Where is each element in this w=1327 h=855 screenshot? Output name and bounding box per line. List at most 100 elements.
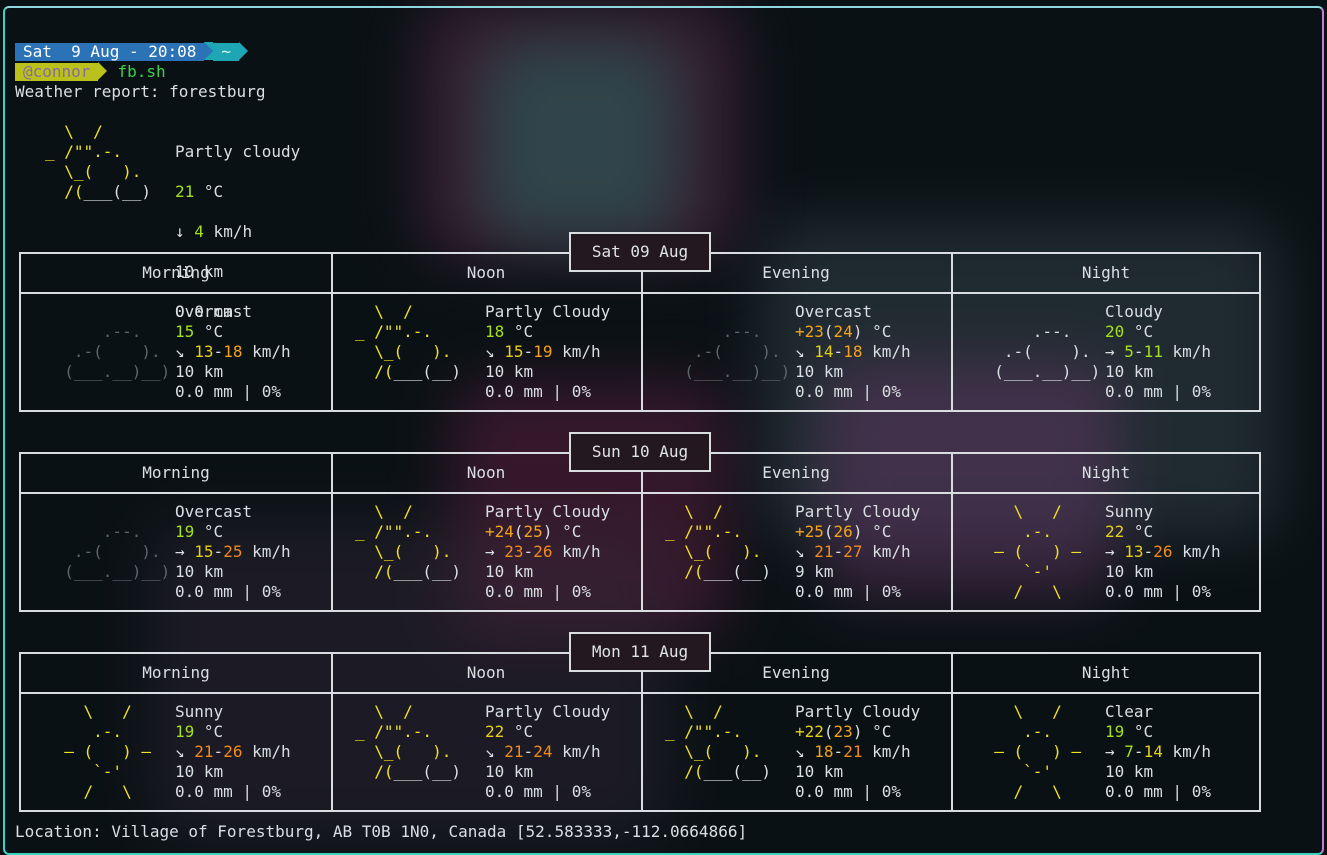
temperature: 19 bbox=[175, 722, 195, 741]
wind-low: 23 bbox=[504, 542, 524, 561]
wind-low: 21 bbox=[504, 742, 524, 761]
temperature: 19 bbox=[175, 522, 195, 541]
wind-direction-icon: ↘ bbox=[795, 542, 805, 561]
temp-unit: °C bbox=[194, 722, 224, 741]
partly-cloudy-icon: \ / _ /"".-. \_( ). /(___(__) bbox=[665, 502, 771, 581]
forecast-details: Overcast 15 °C ↘ 13-18 km/h 10 km 0.0 mm | 0… bbox=[175, 302, 291, 401]
precipitation: 0.0 mm | 0% bbox=[175, 382, 281, 401]
period-header: Morning bbox=[142, 663, 210, 682]
forecast-cell: \ / _ /"".-. \_( ). /(___(__) Partly Clou… bbox=[331, 692, 641, 812]
wind-low: 15 bbox=[504, 342, 524, 361]
wind-unit: km/h bbox=[1162, 742, 1211, 761]
visibility: 10 km bbox=[175, 362, 224, 381]
forecast-cell: \ / _ /"".-. \_( ). /(___(__) Partly Clou… bbox=[331, 492, 641, 612]
wind-unit: km/h bbox=[862, 342, 911, 361]
forecast-details: Partly Cloudy +22(23) °C ↘ 18-21 km/h 10 km… bbox=[795, 702, 921, 801]
feels-like-temp: 23 bbox=[833, 722, 853, 741]
temperature: 22 bbox=[485, 722, 505, 741]
temp-unit: °C bbox=[504, 722, 534, 741]
forecast-details: Overcast +23(24) °C ↘ 14-18 km/h 10 km 0.0 m… bbox=[795, 302, 911, 401]
visibility: 10 km bbox=[175, 762, 224, 781]
wind-unit: km/h bbox=[242, 742, 291, 761]
temp-unit: °C bbox=[862, 322, 892, 341]
precipitation: 0.0 mm | 0% bbox=[795, 382, 901, 401]
precipitation: 0.0 mm | 0% bbox=[1105, 582, 1211, 601]
temperature: +22 bbox=[795, 722, 824, 741]
period-header: Morning bbox=[142, 463, 210, 482]
wind-direction-icon: ↘ bbox=[175, 342, 185, 361]
precipitation: 0.0 mm | 0% bbox=[795, 582, 901, 601]
wind-unit: km/h bbox=[242, 542, 291, 561]
temp-unit: °C bbox=[504, 322, 534, 341]
precipitation: 0.0 mm | 0% bbox=[1105, 782, 1211, 801]
current-condition: Partly cloudy bbox=[175, 142, 301, 161]
wind-high: 26 bbox=[1153, 542, 1173, 561]
wind-direction-icon: ↘ bbox=[485, 742, 495, 761]
wind-direction-icon: ↘ bbox=[175, 742, 185, 761]
wind-low: 5 bbox=[1124, 342, 1134, 361]
sunny-icon: \ / .-. ― ( ) ― `-' / \ bbox=[45, 702, 151, 801]
period-header: Night bbox=[1081, 263, 1131, 282]
temp-unit: °C bbox=[194, 522, 224, 541]
wind-direction-icon: → bbox=[175, 542, 185, 561]
terminal-output: Sat 9 Aug - 20:08 ~ @connor fb.sh Weather … bbox=[15, 42, 265, 102]
temp-unit: °C bbox=[194, 322, 224, 341]
overcast-icon: .--. .-( ). (___.__)__) bbox=[64, 522, 171, 581]
wind-direction-icon: → bbox=[1105, 542, 1115, 561]
wind-low: 13 bbox=[1124, 542, 1144, 561]
period-header: Night bbox=[1081, 663, 1131, 682]
wind-low: 18 bbox=[814, 742, 834, 761]
feels-like-temp: 26 bbox=[833, 522, 853, 541]
report-title: Weather report: forestburg bbox=[15, 82, 266, 101]
forecast-cell: \ / _ /"".-. \_( ). /(___(__) Partly Clou… bbox=[641, 692, 951, 812]
precipitation: 0.0 mm | 0% bbox=[175, 582, 281, 601]
forecast-details: Partly Cloudy 18 °C ↘ 15-19 km/h 10 km 0.0 m… bbox=[485, 302, 611, 401]
prompt-line-1: Sat 9 Aug - 20:08 ~ bbox=[15, 42, 265, 62]
wind-unit: km/h bbox=[552, 342, 601, 361]
current-wind: 4 bbox=[194, 222, 204, 241]
wind-low: 21 bbox=[194, 742, 214, 761]
partly-cloudy-icon: \ / _ /"".-. \_( ). /(___(__) bbox=[45, 122, 151, 201]
partly-cloudy-icon: \ / _ /"".-. \_( ). /(___(__) bbox=[665, 702, 771, 781]
cloudy-icon: .--. .-( ). (___.__)__) bbox=[994, 322, 1101, 381]
temperature: +25 bbox=[795, 522, 824, 541]
visibility: 10 km bbox=[795, 362, 844, 381]
prompt-date: Sat 9 Aug - 20:08 bbox=[15, 43, 205, 61]
condition-text: Cloudy bbox=[1105, 302, 1163, 321]
forecast-table: Morning \ / .-. ― ( ) ― `-' / \ Sunny 19 °… bbox=[19, 652, 1261, 812]
precipitation: 0.0 mm | 0% bbox=[175, 782, 281, 801]
wind-unit: km/h bbox=[1162, 342, 1211, 361]
wind-unit: km/h bbox=[1172, 542, 1221, 561]
overcast-icon: .--. .-( ). (___.__)__) bbox=[64, 322, 171, 381]
forecast-details: Partly Cloudy +24(25) °C → 23-26 km/h 10 km… bbox=[485, 502, 611, 601]
forecast-cell: .--. .-( ). (___.__)__) Overcast 15 °C ↘ 13… bbox=[21, 292, 331, 412]
day-label: Sat 09 Aug bbox=[569, 232, 711, 272]
condition-text: Overcast bbox=[175, 302, 253, 321]
temperature: +24 bbox=[485, 522, 514, 541]
current-temp: 21 bbox=[175, 182, 195, 201]
condition-text: Overcast bbox=[175, 502, 253, 521]
period-header: Night bbox=[1081, 463, 1131, 482]
temperature: 15 bbox=[175, 322, 195, 341]
current-wind-unit: km/h bbox=[203, 222, 253, 241]
feels-like-temp: 24 bbox=[833, 322, 853, 341]
temperature: +23 bbox=[795, 322, 824, 341]
visibility: 9 km bbox=[795, 562, 834, 581]
visibility: 10 km bbox=[1105, 362, 1154, 381]
visibility: 10 km bbox=[485, 362, 534, 381]
forecast-details: Sunny 22 °C → 13-26 km/h 10 km 0.0 mm | 0% bbox=[1105, 502, 1221, 601]
wind-low: 7 bbox=[1124, 742, 1134, 761]
wind-unit: km/h bbox=[862, 542, 911, 561]
condition-text: Partly Cloudy bbox=[795, 702, 921, 721]
temp-unit: °C bbox=[862, 522, 892, 541]
condition-text: Overcast bbox=[795, 302, 873, 321]
condition-text: Sunny bbox=[1105, 502, 1154, 521]
period-header: Morning bbox=[142, 263, 210, 282]
precipitation: 0.0 mm | 0% bbox=[1105, 382, 1211, 401]
wind-high: 18 bbox=[843, 342, 863, 361]
wind-direction-icon: → bbox=[1105, 342, 1115, 361]
visibility: 10 km bbox=[485, 762, 534, 781]
precipitation: 0.0 mm | 0% bbox=[485, 782, 591, 801]
wind-high: 21 bbox=[843, 742, 863, 761]
temperature: 19 bbox=[1105, 722, 1125, 741]
